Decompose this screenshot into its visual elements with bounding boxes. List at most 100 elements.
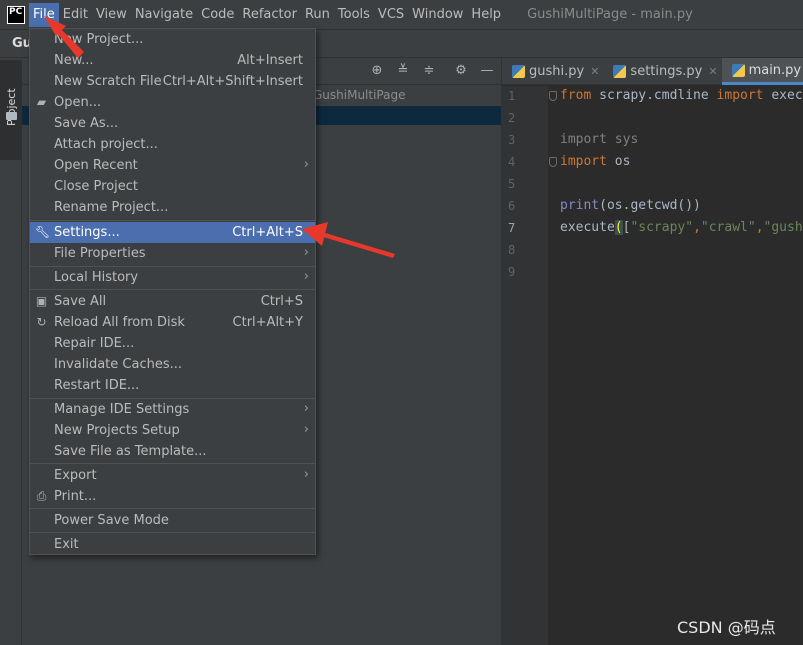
menu-item-manage-ide-settings[interactable]: Manage IDE Settings › [30, 399, 315, 420]
menu-tools[interactable]: Tools [334, 3, 374, 27]
code-line-6[interactable]: print(os.getcwd()) [560, 198, 701, 213]
code-keyword: import [560, 132, 607, 147]
project-tool-tab[interactable]: Project [0, 60, 22, 160]
menu-run[interactable]: Run [301, 3, 334, 27]
editor-area: gushi.py ✕ settings.py ✕ main.py ✕ 1 2 3… [501, 58, 803, 645]
code-builtin: print [560, 198, 600, 213]
wrench-icon: 🔧︎ [35, 225, 51, 239]
tab-main-py[interactable]: main.py ✕ [721, 58, 803, 85]
code-text: execute [560, 220, 615, 235]
tab-gushi-py[interactable]: gushi.py ✕ [502, 58, 603, 85]
hide-panel-icon[interactable]: — [479, 63, 495, 79]
menu-item-invalidate-caches[interactable]: Invalidate Caches... [30, 354, 315, 375]
line-number-gutter: 1 2 3 4 5 6 7 8 9 [502, 86, 548, 645]
menu-item-open-recent[interactable]: Open Recent › [30, 155, 315, 176]
menu-item-new[interactable]: New... Alt+Insert [30, 50, 315, 71]
close-icon[interactable]: ✕ [708, 65, 717, 78]
menu-item-label: Export [54, 468, 97, 483]
submenu-arrow-icon: › [303, 422, 309, 437]
collapse-all-icon[interactable]: ≑ [421, 63, 437, 79]
menu-item-label: Restart IDE... [54, 378, 140, 393]
menu-item-open[interactable]: ▰ Open... [30, 92, 315, 113]
menu-item-label: Save File as Template... [54, 444, 207, 459]
menu-edit[interactable]: Edit [59, 3, 92, 27]
menu-item-new-projects-setup[interactable]: New Projects Setup › [30, 420, 315, 441]
menu-item-label: Reload All from Disk [54, 315, 185, 330]
python-file-icon [613, 65, 627, 78]
menu-item-repair-ide[interactable]: Repair IDE... [30, 333, 315, 354]
submenu-arrow-icon: › [303, 269, 309, 284]
line-number: 9 [508, 265, 516, 279]
menu-item-attach-project[interactable]: Attach project... [30, 134, 315, 155]
menu-item-reload-all[interactable]: ↻ Reload All from Disk Ctrl+Alt+Y [30, 312, 315, 333]
menu-item-rename-project[interactable]: Rename Project... [30, 197, 315, 218]
line-number: 4 [508, 155, 516, 169]
line-number: 2 [508, 111, 516, 125]
menu-item-exit[interactable]: Exit [30, 534, 315, 555]
window-title: GushiMultiPage - main.py [527, 7, 693, 22]
menu-item-local-history[interactable]: Local History › [30, 267, 315, 288]
menu-item-label: Local History [54, 270, 139, 285]
menu-item-save-file-as-template[interactable]: Save File as Template... [30, 441, 315, 462]
tab-label: gushi.py [529, 64, 585, 79]
menu-view[interactable]: View [92, 3, 131, 27]
menu-separator [30, 289, 315, 290]
tab-label: settings.py [630, 64, 703, 79]
tree-root-path: GushiMultiPage [313, 88, 406, 102]
menu-file[interactable]: File [29, 2, 59, 27]
code-string: "gush [763, 220, 803, 235]
menu-item-label: Open... [54, 95, 102, 110]
menu-item-label: Rename Project... [54, 200, 169, 215]
menu-item-shortcut: Ctrl+Alt+S [232, 225, 303, 240]
code-line-4[interactable]: import os [560, 154, 630, 169]
menu-item-file-properties[interactable]: File Properties › [30, 243, 315, 264]
expand-all-icon[interactable]: ≚ [395, 63, 411, 79]
menu-item-new-project[interactable]: New Project... [30, 29, 315, 50]
code-line-1[interactable]: from scrapy.cmdline import exec [560, 88, 803, 103]
code-text: sys [606, 132, 639, 147]
menu-help[interactable]: Help [467, 3, 505, 27]
code-line-3[interactable]: import sys [560, 132, 638, 147]
menu-item-new-scratch-file[interactable]: New Scratch File Ctrl+Alt+Shift+Insert [30, 71, 315, 92]
code-string: "crawl" [700, 220, 756, 235]
folder-open-icon: ▰ [36, 95, 47, 109]
menu-item-power-save-mode[interactable]: Power Save Mode [30, 510, 315, 531]
editor-tabs: gushi.py ✕ settings.py ✕ main.py ✕ [502, 58, 803, 85]
code-text: os [606, 154, 631, 169]
folder-icon [6, 112, 17, 120]
menu-item-label: Print... [54, 489, 97, 504]
gear-icon[interactable]: ⚙ [453, 63, 469, 79]
menu-item-close-project[interactable]: Close Project [30, 176, 315, 197]
code-string: "scrapy" [630, 220, 694, 235]
menu-item-settings[interactable]: 🔧︎ Settings... Ctrl+Alt+S [30, 222, 315, 243]
menu-vcs[interactable]: VCS [374, 3, 408, 27]
menu-item-shortcut: Ctrl+Alt+Y [232, 315, 303, 330]
left-tool-strip: Project [0, 58, 22, 645]
fold-marker-icon[interactable] [549, 157, 557, 167]
fold-marker-icon[interactable] [549, 91, 557, 101]
code-keyword: from [560, 88, 592, 103]
menu-item-label: Exit [54, 537, 79, 552]
menu-code[interactable]: Code [197, 3, 238, 27]
menu-item-print[interactable]: ⎙ Print... [30, 486, 315, 507]
menu-separator [30, 508, 315, 509]
menu-item-export[interactable]: Export › [30, 465, 315, 486]
menu-item-label: Save All [54, 294, 107, 309]
code-text: exec [763, 88, 803, 103]
line-number: 1 [508, 89, 516, 103]
menu-item-label: Power Save Mode [54, 513, 169, 528]
tab-settings-py[interactable]: settings.py ✕ [603, 58, 721, 85]
menu-item-restart-ide[interactable]: Restart IDE... [30, 375, 315, 396]
menu-item-save-all[interactable]: ▣ Save All Ctrl+S [30, 291, 315, 312]
code-line-7[interactable]: execute(["scrapy","crawl","gush [560, 220, 803, 235]
locate-icon[interactable]: ⊕ [369, 63, 385, 79]
line-number: 5 [508, 177, 516, 191]
tab-label: main.py [748, 62, 802, 78]
menu-refactor[interactable]: Refactor [238, 3, 301, 27]
menu-item-label: New Project... [54, 32, 144, 47]
menu-item-save-as[interactable]: Save As... [30, 113, 315, 134]
save-icon: ▣ [35, 294, 48, 308]
menu-window[interactable]: Window [408, 3, 467, 27]
menu-navigate[interactable]: Navigate [131, 3, 197, 27]
close-icon[interactable]: ✕ [590, 65, 599, 78]
